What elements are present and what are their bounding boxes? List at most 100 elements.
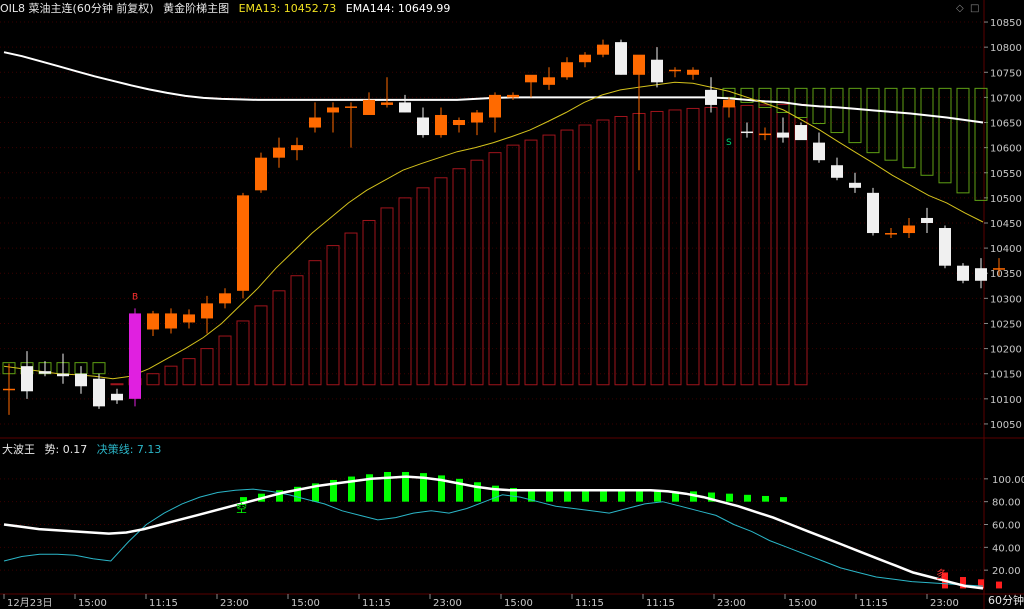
x-tick-label: 11:15 (149, 598, 178, 609)
ladder-bar (254, 305, 268, 386)
x-tick-label: 15:00 (291, 598, 320, 609)
ladder-bar (308, 260, 322, 386)
x-tick-label: 11:15 (575, 598, 604, 609)
candle-body (165, 313, 177, 329)
ladder-bar (92, 362, 106, 375)
osc-bar (474, 482, 481, 502)
x-tick-label: 23:00 (220, 598, 249, 609)
osc-bar (582, 491, 589, 502)
ladder-bar (596, 119, 610, 386)
candle-body (633, 54, 645, 75)
candle-body (273, 147, 285, 158)
candle-body (525, 74, 537, 83)
ladder-bar (974, 87, 988, 201)
candle-body (291, 145, 303, 151)
y-tick-label: 10100 (990, 395, 1022, 406)
ladder-bar (470, 159, 484, 386)
candle-body (183, 314, 195, 323)
ladder-bar (416, 187, 430, 386)
candle-body (417, 117, 429, 136)
candle-body (363, 99, 375, 115)
ladder-bar (362, 219, 376, 386)
candle-body (813, 142, 825, 161)
candle-body (327, 107, 339, 113)
candle-body (345, 106, 357, 108)
candle-body (21, 366, 33, 392)
ladder-bar (776, 87, 790, 113)
ladder-bar (290, 275, 304, 386)
candle-body (903, 225, 915, 234)
x-tick-label: 23:00 (717, 598, 746, 609)
osc-bar (762, 495, 769, 502)
x-tick-label: 15:00 (504, 598, 533, 609)
x-tick-label: 11:15 (362, 598, 391, 609)
x-tick-label: 11:15 (646, 598, 675, 609)
x-tick-label: 23:00 (930, 598, 959, 609)
candle-body (651, 59, 663, 83)
candle-body (831, 165, 843, 178)
candle-body (147, 313, 159, 330)
ladder-bar (830, 87, 844, 134)
candle-body (399, 102, 411, 113)
y-tick-label: 10500 (990, 194, 1022, 205)
ladder-bar (380, 207, 394, 386)
osc-y-tick-label: 40.00 (992, 543, 1021, 554)
y-tick-label: 10750 (990, 68, 1022, 79)
candle-body (795, 125, 807, 141)
candle-body (777, 132, 789, 138)
y-tick-label: 10650 (990, 119, 1022, 130)
osc-y-tick-label: 100.00 (992, 475, 1024, 486)
x-tick-label: 11:15 (859, 598, 888, 609)
ladder-bar (452, 168, 466, 386)
y-tick-label: 10200 (990, 345, 1022, 356)
candle-body (561, 62, 573, 78)
ema13-line (3, 81, 984, 380)
osc-bar (744, 494, 751, 502)
ladder-bar (686, 107, 700, 386)
candle-body (669, 69, 681, 72)
y-tick-label: 10450 (990, 219, 1022, 230)
candle-body (39, 371, 51, 374)
ladder-bar (524, 139, 538, 386)
y-tick-label: 10400 (990, 244, 1022, 255)
candle-body (471, 112, 483, 123)
ladder-bar (614, 115, 628, 386)
candle-body (507, 94, 519, 98)
candle-body (453, 120, 465, 126)
y-tick-label: 10700 (990, 93, 1022, 104)
y-tick-label: 10150 (990, 370, 1022, 381)
y-tick-label: 10850 (990, 18, 1022, 29)
ladder-bar (794, 87, 808, 118)
osc-y-tick-label: 60.00 (992, 521, 1021, 532)
osc-bar (600, 491, 607, 502)
candle-body (3, 388, 15, 391)
osc-y-tick-label: 80.00 (992, 498, 1021, 509)
ladder-bar (398, 197, 412, 386)
ladder-bar (704, 106, 718, 386)
y-tick-label: 10350 (990, 269, 1022, 280)
candle-body (597, 44, 609, 55)
ladder-bar (668, 109, 682, 386)
ladder-bar (488, 152, 502, 386)
ladder-bar (920, 87, 934, 176)
ladder-bar (434, 177, 448, 386)
candle-body (381, 102, 393, 105)
candle-body (957, 265, 969, 281)
osc-bar (726, 493, 733, 502)
ladder-bar (272, 290, 286, 386)
signal-label: B (132, 292, 138, 302)
osc-bar (564, 491, 571, 502)
kline-chart[interactable]: 10850 10800 10750 10700 10650 10600 10550 10500… (0, 0, 1024, 609)
x-tick-label: 15:00 (788, 598, 817, 609)
candle-body (75, 373, 87, 387)
candle-body (615, 42, 627, 75)
candle-body (939, 228, 951, 266)
candle-body (57, 373, 69, 377)
candle-body (867, 192, 879, 234)
y-tick-label: 10600 (990, 144, 1022, 155)
ladder-bar (344, 232, 358, 386)
candle-body (993, 268, 1005, 270)
candle-body (759, 133, 771, 136)
osc-bar (654, 491, 661, 502)
y-tick-label: 10800 (990, 43, 1022, 54)
